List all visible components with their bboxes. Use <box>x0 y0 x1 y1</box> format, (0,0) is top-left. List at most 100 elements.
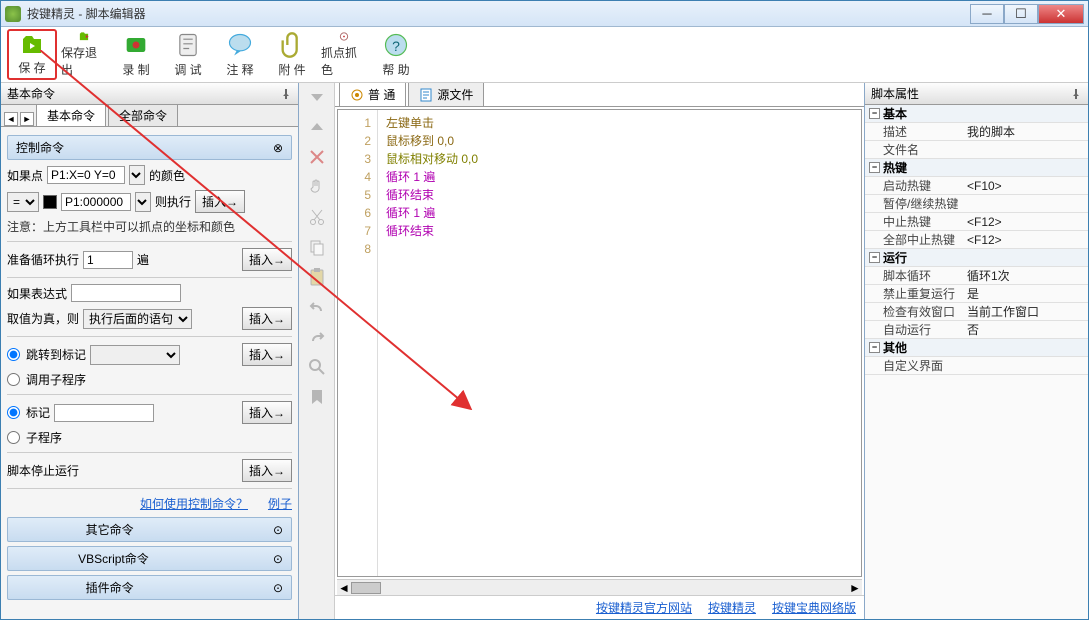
radio-jump[interactable] <box>7 348 20 361</box>
jump-select[interactable] <box>90 345 180 365</box>
tab-basic-cmd[interactable]: 基本命令 <box>36 104 106 126</box>
save-exit-button[interactable]: 保存退出 <box>59 29 109 80</box>
cut-icon[interactable] <box>307 207 327 227</box>
prop-row[interactable]: 自定义界面 <box>865 357 1088 375</box>
line-gutter: 12345678 <box>338 110 378 576</box>
radio-subprog[interactable] <box>7 431 20 444</box>
radio-callsub[interactable] <box>7 373 20 386</box>
folder-exit-icon <box>70 31 98 42</box>
prop-row[interactable]: 暂停/继续热键 <box>865 195 1088 213</box>
expand-icon: ⊙ <box>273 523 283 537</box>
prop-row[interactable]: 描述我的脚本 <box>865 123 1088 141</box>
copy-icon[interactable] <box>307 237 327 257</box>
row-help: 如何使用控制命令？ 例子 <box>7 495 292 512</box>
expand-icon: ⊙ <box>273 581 283 595</box>
minimize-button[interactable]: ─ <box>970 4 1004 24</box>
window-title: 按键精灵 - 脚本编辑器 <box>27 5 970 22</box>
comment-button[interactable]: 注 释 <box>215 29 265 80</box>
insert-button-6[interactable]: 插入→ <box>242 459 292 482</box>
close-button[interactable]: ✕ <box>1038 4 1084 24</box>
expr-input[interactable] <box>71 284 181 302</box>
maximize-button[interactable]: ☐ <box>1004 4 1038 24</box>
prop-row[interactable]: 禁止重复运行是 <box>865 285 1088 303</box>
row-callsub: 调用子程序 <box>7 371 292 388</box>
mid-toolbar <box>299 83 335 619</box>
left-panel-header: 基本命令 <box>1 83 298 105</box>
prop-row[interactable]: 文件名 <box>865 141 1088 159</box>
group-plugin-cmd[interactable]: 插件命令 ⊙ <box>7 575 292 600</box>
prop-row[interactable]: 脚本循环循环1次 <box>865 267 1088 285</box>
prop-row[interactable]: 中止热键<F12> <box>865 213 1088 231</box>
right-panel: 脚本属性 −基本 描述我的脚本 文件名 −热键 启动热键<F10> 暂停/继续热… <box>864 83 1088 619</box>
find-icon[interactable] <box>307 357 327 377</box>
nav-next-button[interactable]: ► <box>20 112 34 126</box>
code-area[interactable]: 左键单击鼠标移到 0,0鼠标相对移动 0,0循环 1 遍循环结束循环 1 遍循环… <box>378 110 861 576</box>
coord-dropdown[interactable] <box>129 165 145 185</box>
cat-hotkey[interactable]: −热键 <box>865 159 1088 177</box>
bookmark-icon[interactable] <box>307 387 327 407</box>
group-other-cmd[interactable]: 其它命令 ⊙ <box>7 517 292 542</box>
group-vbs-cmd[interactable]: VBScript命令 ⊙ <box>7 546 292 571</box>
app-icon <box>5 6 21 22</box>
prop-row[interactable]: 检查有效窗口当前工作窗口 <box>865 303 1088 321</box>
help-button[interactable]: ? 帮 助 <box>371 29 421 80</box>
coord-input[interactable] <box>47 166 125 184</box>
row-ifpoint: 如果点 的颜色 <box>7 165 292 185</box>
prop-row[interactable]: 自动运行否 <box>865 321 1088 339</box>
insert-button-5[interactable]: 插入→ <box>242 401 292 424</box>
row-jump: 跳转到标记 插入→ <box>7 343 292 366</box>
center-panel: 普 通 源文件 12345678 左键单击鼠标移到 0,0鼠标相对移动 0,0循… <box>335 83 864 619</box>
down-icon[interactable] <box>307 87 327 107</box>
horizontal-scrollbar[interactable]: ◄ ► <box>337 579 862 595</box>
insert-button-2[interactable]: 插入→ <box>242 248 292 271</box>
radio-mark[interactable] <box>7 406 20 419</box>
capture-button[interactable]: 抓点抓色 <box>319 29 369 80</box>
group-control-cmd[interactable]: 控制命令 ⊗ <box>7 135 292 160</box>
pin-icon[interactable] <box>1070 88 1082 100</box>
record-icon <box>122 31 150 59</box>
hand-icon[interactable] <box>307 177 327 197</box>
cat-other[interactable]: −其他 <box>865 339 1088 357</box>
insert-button-4[interactable]: 插入→ <box>242 343 292 366</box>
link-baodian[interactable]: 按键宝典网络版 <box>772 599 856 616</box>
insert-button-1[interactable]: 插入→ <box>195 190 245 213</box>
tab-source[interactable]: 源文件 <box>408 83 484 106</box>
insert-button-3[interactable]: 插入→ <box>242 307 292 330</box>
save-button[interactable]: 保 存 <box>7 29 57 80</box>
app-window: 按键精灵 - 脚本编辑器 ─ ☐ ✕ 保 存 保存退出 录 制 调 试 注 释 <box>0 0 1089 620</box>
example-link[interactable]: 例子 <box>268 495 292 512</box>
code-editor[interactable]: 12345678 左键单击鼠标移到 0,0鼠标相对移动 0,0循环 1 遍循环结… <box>337 109 862 577</box>
center-tabs: 普 通 源文件 <box>335 83 864 107</box>
help-icon: ? <box>382 31 410 59</box>
color-swatch[interactable] <box>43 195 57 209</box>
tab-normal[interactable]: 普 通 <box>339 83 406 106</box>
color-dropdown[interactable] <box>135 192 151 212</box>
up-icon[interactable] <box>307 117 327 137</box>
record-button[interactable]: 录 制 <box>111 29 161 80</box>
prop-row[interactable]: 启动热键<F10> <box>865 177 1088 195</box>
pin-icon[interactable] <box>280 88 292 100</box>
comment-icon <box>226 31 254 59</box>
loop-count-input[interactable] <box>83 251 133 269</box>
op-select[interactable]: = <box>7 192 39 212</box>
redo-icon[interactable] <box>307 327 327 347</box>
cat-basic[interactable]: −基本 <box>865 105 1088 123</box>
link-official[interactable]: 按键精灵官方网站 <box>596 599 692 616</box>
tab-all-cmd[interactable]: 全部命令 <box>108 104 178 126</box>
file-icon <box>419 88 433 102</box>
left-subtabs: ◄ ► 基本命令 全部命令 <box>1 105 298 127</box>
action-select[interactable]: 执行后面的语句 <box>83 309 192 329</box>
delete-icon[interactable] <box>307 147 327 167</box>
mark-input[interactable] <box>54 404 154 422</box>
nav-prev-button[interactable]: ◄ <box>4 112 18 126</box>
cat-run[interactable]: −运行 <box>865 249 1088 267</box>
howto-link[interactable]: 如何使用控制命令？ <box>140 495 248 512</box>
colorcode-input[interactable] <box>61 193 131 211</box>
attach-button[interactable]: 附 件 <box>267 29 317 80</box>
svg-text:?: ? <box>392 38 400 54</box>
link-qmacro[interactable]: 按键精灵 <box>708 599 756 616</box>
prop-row[interactable]: 全部中止热键<F12> <box>865 231 1088 249</box>
paste-icon[interactable] <box>307 267 327 287</box>
debug-button[interactable]: 调 试 <box>163 29 213 80</box>
undo-icon[interactable] <box>307 297 327 317</box>
